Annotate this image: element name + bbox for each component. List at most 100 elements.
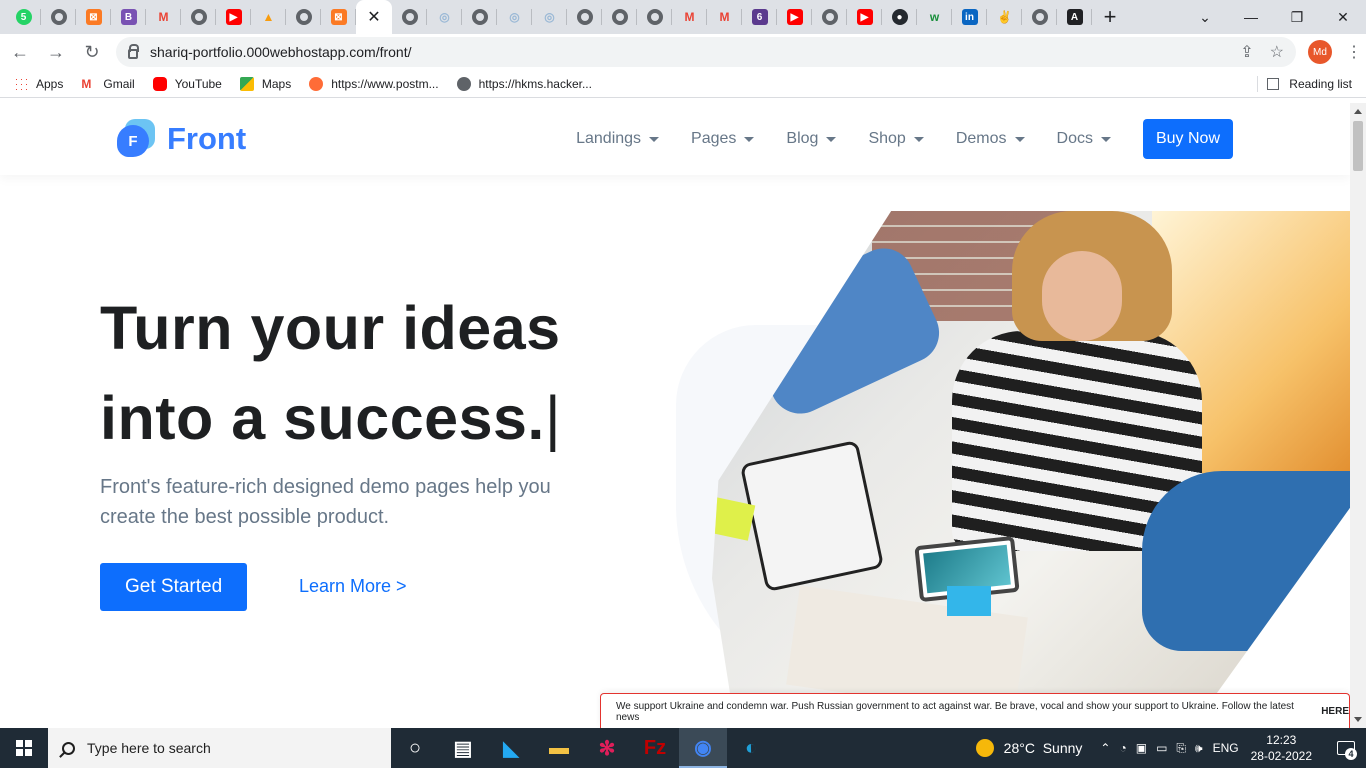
browser-tab[interactable]: A <box>1057 0 1092 34</box>
browser-tab[interactable] <box>181 0 216 34</box>
nav-shop[interactable]: Shop <box>868 130 924 148</box>
weather-widget[interactable]: 28°C Sunny <box>975 739 1083 757</box>
browser-tab[interactable] <box>41 0 76 34</box>
chrome-taskbar-button[interactable]: ◉ <box>679 728 727 768</box>
profile-avatar[interactable]: Md <box>1308 40 1332 64</box>
reading-list-button[interactable]: Reading list <box>1267 77 1352 91</box>
browser-tab[interactable]: ◎ <box>427 0 462 34</box>
task-view-taskbar-button[interactable]: ○ <box>391 728 439 768</box>
bookmark-postman[interactable]: https://www.postm... <box>309 76 439 91</box>
close-window-button[interactable]: ✕ <box>1320 0 1366 34</box>
browser-tab[interactable]: ▶ <box>777 0 812 34</box>
globe-icon <box>821 9 838 25</box>
browser-tab[interactable] <box>1022 0 1057 34</box>
address-bar[interactable]: shariq-portfolio.000webhostapp.com/front… <box>116 37 1296 67</box>
bookmark-hkms[interactable]: https://hkms.hacker... <box>456 76 592 91</box>
forward-button[interactable]: → <box>40 36 72 68</box>
buy-now-button[interactable]: Buy Now <box>1142 119 1233 159</box>
browser-tab[interactable]: M <box>707 0 742 34</box>
tab-search-icon[interactable]: ⌄ <box>1182 0 1228 34</box>
bookmark-youtube[interactable]: YouTube <box>152 76 222 91</box>
scroll-down-icon[interactable] <box>1354 717 1362 722</box>
file-explorer-taskbar-button[interactable]: ▬ <box>535 728 583 768</box>
reload-button[interactable]: ↻ <box>76 36 108 68</box>
browser-tab[interactable]: 5 <box>6 0 41 34</box>
nav-blog[interactable]: Blog <box>786 130 837 148</box>
volume-icon[interactable]: 🕪 <box>1195 741 1203 756</box>
browser-tab[interactable]: ● <box>882 0 917 34</box>
browser-tab[interactable] <box>392 0 427 34</box>
slack-taskbar-button[interactable]: ✻ <box>583 728 631 768</box>
browser-tab[interactable] <box>637 0 672 34</box>
browser-tab[interactable]: ⊠ <box>321 0 356 34</box>
hero-title-text: into a success. <box>100 384 545 452</box>
browser-tab[interactable]: M <box>146 0 181 34</box>
scroll-thumb[interactable] <box>1353 121 1363 171</box>
network-icon[interactable]: ⎘ <box>1176 741 1186 756</box>
nav-demos[interactable]: Demos <box>956 130 1025 148</box>
notice-link[interactable]: HERE <box>1321 706 1349 717</box>
browser-tab[interactable]: M <box>672 0 707 34</box>
vscode-taskbar-button[interactable]: ◣ <box>487 728 535 768</box>
browser-tab[interactable]: ✕ <box>356 0 392 34</box>
browser-tab[interactable]: ⊠ <box>76 0 111 34</box>
language-indicator[interactable]: ENG <box>1213 741 1239 755</box>
bookmark-apps[interactable]: Apps <box>14 76 63 91</box>
start-button[interactable] <box>0 728 48 768</box>
minimize-button[interactable]: — <box>1228 0 1274 34</box>
browser-tab[interactable]: ▶ <box>216 0 251 34</box>
nav-pages[interactable]: Pages <box>691 130 755 148</box>
filezilla-taskbar-button[interactable]: Fz <box>631 728 679 768</box>
windows-taskbar: Type here to search ○ ▤ ◣ ▬ ✻ Fz ◉ ◐ 28°C Sunny… <box>0 728 1366 768</box>
globe-icon <box>190 9 207 25</box>
chevron-up-icon[interactable]: ⌃ <box>1100 741 1110 756</box>
share-icon[interactable]: ⇪ <box>1240 42 1253 62</box>
weather-desc: Sunny <box>1042 740 1083 756</box>
browser-tab[interactable] <box>462 0 497 34</box>
widgets-taskbar-button[interactable]: ▤ <box>439 728 487 768</box>
url-text[interactable]: shariq-portfolio.000webhostapp.com/front… <box>150 44 411 60</box>
browser-tab[interactable] <box>812 0 847 34</box>
browser-tab[interactable]: ✌ <box>987 0 1022 34</box>
wifi-icon[interactable]: ◔ <box>1119 741 1126 756</box>
back-button[interactable]: ← <box>4 36 36 68</box>
youtube-icon: ▶ <box>856 9 873 25</box>
bookmark-maps[interactable]: Maps <box>239 76 291 91</box>
page-scrollbar[interactable] <box>1350 103 1366 728</box>
new-tab-button[interactable]: + <box>1092 4 1128 30</box>
get-started-button[interactable]: Get Started <box>100 563 248 611</box>
browser-tab[interactable] <box>567 0 602 34</box>
notification-center-button[interactable]: 4 <box>1326 728 1366 768</box>
nav-docs[interactable]: Docs <box>1057 130 1111 148</box>
nav-landings[interactable]: Landings <box>576 130 660 148</box>
browser-tab[interactable]: in <box>952 0 987 34</box>
browser-tab[interactable]: 6 <box>742 0 777 34</box>
browser-tab[interactable]: ◎ <box>497 0 532 34</box>
postman-icon <box>309 76 324 91</box>
browser-tab[interactable]: B <box>111 0 146 34</box>
bookmark-gmail[interactable]: M Gmail <box>81 77 134 91</box>
browser-tab[interactable]: ▶ <box>847 0 882 34</box>
restore-button[interactable]: ❐ <box>1274 0 1320 34</box>
edge-taskbar-button[interactable]: ◐ <box>727 728 775 768</box>
battery-icon[interactable]: ▭ <box>1156 741 1167 756</box>
scroll-up-icon[interactable] <box>1354 109 1362 114</box>
clock[interactable]: 12:23 28-02-2022 <box>1251 732 1312 764</box>
globe-icon <box>1031 9 1048 25</box>
lock-icon[interactable] <box>128 44 139 59</box>
meet-now-icon[interactable]: ▣ <box>1136 741 1147 756</box>
nav-label: Pages <box>691 130 737 147</box>
browser-tab[interactable] <box>602 0 637 34</box>
browser-menu-icon[interactable]: ⋮ <box>1346 42 1362 62</box>
learn-more-link[interactable]: Learn More > <box>299 576 407 597</box>
bookmark-star-icon[interactable]: ☆ <box>1270 42 1284 62</box>
close-icon[interactable]: ✕ <box>367 7 380 27</box>
system-tray: 28°C Sunny ⌃ ◔ ▣ ▭ ⎘ 🕪 ENG 12:23 28-02-2… <box>975 728 1366 768</box>
browser-tab[interactable]: ◎ <box>532 0 567 34</box>
site-logo[interactable]: F Front <box>117 119 246 159</box>
taskbar-search[interactable]: Type here to search <box>48 728 391 768</box>
browser-tab[interactable]: w <box>917 0 952 34</box>
browser-tab[interactable] <box>286 0 321 34</box>
browser-tab[interactable]: ▲ <box>251 0 286 34</box>
github-icon: ● <box>891 9 908 25</box>
